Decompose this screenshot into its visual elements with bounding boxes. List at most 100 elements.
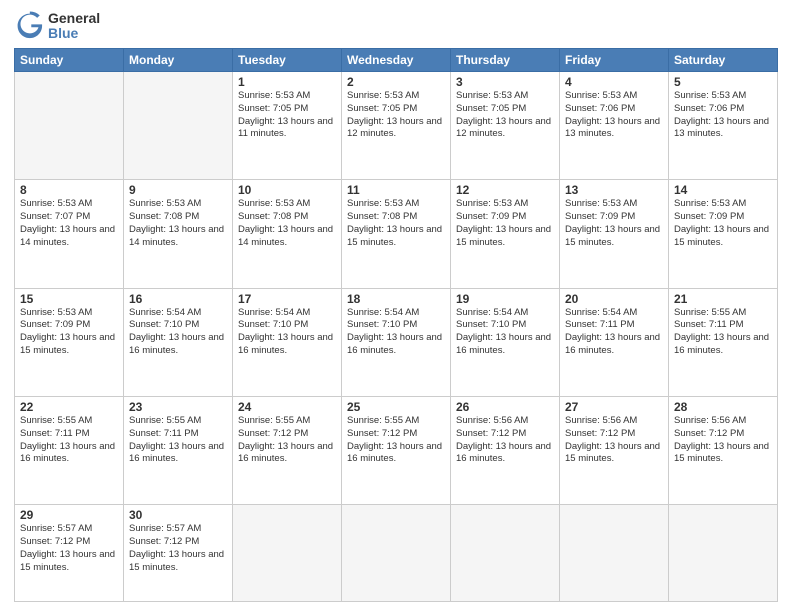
calendar-week-row: 29 Sunrise: 5:57 AMSunset: 7:12 PMDaylig… xyxy=(15,505,778,602)
day-number: 28 xyxy=(674,400,772,414)
day-number: 15 xyxy=(20,292,118,306)
day-number: 20 xyxy=(565,292,663,306)
calendar-cell: 28 Sunrise: 5:56 AMSunset: 7:12 PMDaylig… xyxy=(669,396,778,504)
day-number: 5 xyxy=(674,75,772,89)
calendar-cell: 1 Sunrise: 5:53 AMSunset: 7:05 PMDayligh… xyxy=(233,72,342,180)
day-info: Sunrise: 5:53 AMSunset: 7:09 PMDaylight:… xyxy=(565,198,663,249)
calendar-cell: 29 Sunrise: 5:57 AMSunset: 7:12 PMDaylig… xyxy=(15,505,124,602)
day-info: Sunrise: 5:57 AMSunset: 7:12 PMDaylight:… xyxy=(20,523,118,574)
day-info: Sunrise: 5:55 AMSunset: 7:11 PMDaylight:… xyxy=(129,415,227,466)
day-number: 12 xyxy=(456,183,554,197)
calendar-cell: 24 Sunrise: 5:55 AMSunset: 7:12 PMDaylig… xyxy=(233,396,342,504)
page: General Blue SundayMondayTuesdayWednesda… xyxy=(0,0,792,612)
calendar-day-header: Friday xyxy=(560,49,669,72)
calendar-cell: 20 Sunrise: 5:54 AMSunset: 7:11 PMDaylig… xyxy=(560,288,669,396)
day-info: Sunrise: 5:55 AMSunset: 7:11 PMDaylight:… xyxy=(674,307,772,358)
general-blue-logo-icon xyxy=(14,10,46,42)
calendar-cell: 12 Sunrise: 5:53 AMSunset: 7:09 PMDaylig… xyxy=(451,180,560,288)
calendar-cell xyxy=(451,505,560,602)
day-info: Sunrise: 5:54 AMSunset: 7:10 PMDaylight:… xyxy=(456,307,554,358)
calendar-cell xyxy=(342,505,451,602)
day-number: 9 xyxy=(129,183,227,197)
day-number: 22 xyxy=(20,400,118,414)
day-info: Sunrise: 5:53 AMSunset: 7:07 PMDaylight:… xyxy=(20,198,118,249)
day-info: Sunrise: 5:56 AMSunset: 7:12 PMDaylight:… xyxy=(565,415,663,466)
calendar-day-header: Saturday xyxy=(669,49,778,72)
day-number: 27 xyxy=(565,400,663,414)
day-number: 19 xyxy=(456,292,554,306)
calendar-day-header: Wednesday xyxy=(342,49,451,72)
calendar-week-row: 22 Sunrise: 5:55 AMSunset: 7:11 PMDaylig… xyxy=(15,396,778,504)
calendar-cell: 19 Sunrise: 5:54 AMSunset: 7:10 PMDaylig… xyxy=(451,288,560,396)
day-number: 4 xyxy=(565,75,663,89)
calendar-week-row: 8 Sunrise: 5:53 AMSunset: 7:07 PMDayligh… xyxy=(15,180,778,288)
calendar-cell xyxy=(560,505,669,602)
day-number: 21 xyxy=(674,292,772,306)
calendar-cell: 26 Sunrise: 5:56 AMSunset: 7:12 PMDaylig… xyxy=(451,396,560,504)
logo-blue: Blue xyxy=(48,26,100,41)
day-info: Sunrise: 5:53 AMSunset: 7:08 PMDaylight:… xyxy=(238,198,336,249)
calendar-cell: 14 Sunrise: 5:53 AMSunset: 7:09 PMDaylig… xyxy=(669,180,778,288)
day-info: Sunrise: 5:53 AMSunset: 7:09 PMDaylight:… xyxy=(20,307,118,358)
day-info: Sunrise: 5:53 AMSunset: 7:06 PMDaylight:… xyxy=(674,90,772,141)
calendar-cell: 23 Sunrise: 5:55 AMSunset: 7:11 PMDaylig… xyxy=(124,396,233,504)
day-number: 13 xyxy=(565,183,663,197)
day-info: Sunrise: 5:53 AMSunset: 7:09 PMDaylight:… xyxy=(456,198,554,249)
logo-general: General xyxy=(48,11,100,26)
day-number: 23 xyxy=(129,400,227,414)
calendar-cell xyxy=(669,505,778,602)
calendar-cell: 9 Sunrise: 5:53 AMSunset: 7:08 PMDayligh… xyxy=(124,180,233,288)
day-info: Sunrise: 5:53 AMSunset: 7:08 PMDaylight:… xyxy=(347,198,445,249)
day-info: Sunrise: 5:57 AMSunset: 7:12 PMDaylight:… xyxy=(129,523,227,574)
day-info: Sunrise: 5:56 AMSunset: 7:12 PMDaylight:… xyxy=(674,415,772,466)
calendar-cell: 10 Sunrise: 5:53 AMSunset: 7:08 PMDaylig… xyxy=(233,180,342,288)
day-number: 29 xyxy=(20,508,118,522)
calendar-cell: 27 Sunrise: 5:56 AMSunset: 7:12 PMDaylig… xyxy=(560,396,669,504)
calendar-cell: 4 Sunrise: 5:53 AMSunset: 7:06 PMDayligh… xyxy=(560,72,669,180)
day-info: Sunrise: 5:53 AMSunset: 7:09 PMDaylight:… xyxy=(674,198,772,249)
day-info: Sunrise: 5:54 AMSunset: 7:10 PMDaylight:… xyxy=(238,307,336,358)
calendar-cell: 13 Sunrise: 5:53 AMSunset: 7:09 PMDaylig… xyxy=(560,180,669,288)
day-number: 25 xyxy=(347,400,445,414)
day-info: Sunrise: 5:56 AMSunset: 7:12 PMDaylight:… xyxy=(456,415,554,466)
day-info: Sunrise: 5:53 AMSunset: 7:05 PMDaylight:… xyxy=(238,90,336,141)
calendar-week-row: 1 Sunrise: 5:53 AMSunset: 7:05 PMDayligh… xyxy=(15,72,778,180)
calendar-cell xyxy=(15,72,124,180)
calendar-cell: 5 Sunrise: 5:53 AMSunset: 7:06 PMDayligh… xyxy=(669,72,778,180)
calendar-day-header: Sunday xyxy=(15,49,124,72)
day-number: 16 xyxy=(129,292,227,306)
day-info: Sunrise: 5:55 AMSunset: 7:12 PMDaylight:… xyxy=(238,415,336,466)
day-number: 17 xyxy=(238,292,336,306)
calendar-cell: 2 Sunrise: 5:53 AMSunset: 7:05 PMDayligh… xyxy=(342,72,451,180)
calendar-cell: 17 Sunrise: 5:54 AMSunset: 7:10 PMDaylig… xyxy=(233,288,342,396)
header: General Blue xyxy=(14,10,778,42)
calendar-cell: 25 Sunrise: 5:55 AMSunset: 7:12 PMDaylig… xyxy=(342,396,451,504)
calendar-cell: 21 Sunrise: 5:55 AMSunset: 7:11 PMDaylig… xyxy=(669,288,778,396)
calendar-cell: 22 Sunrise: 5:55 AMSunset: 7:11 PMDaylig… xyxy=(15,396,124,504)
calendar-cell xyxy=(233,505,342,602)
calendar-cell: 11 Sunrise: 5:53 AMSunset: 7:08 PMDaylig… xyxy=(342,180,451,288)
calendar-day-header: Tuesday xyxy=(233,49,342,72)
calendar-week-row: 15 Sunrise: 5:53 AMSunset: 7:09 PMDaylig… xyxy=(15,288,778,396)
calendar-cell: 3 Sunrise: 5:53 AMSunset: 7:05 PMDayligh… xyxy=(451,72,560,180)
day-number: 10 xyxy=(238,183,336,197)
day-info: Sunrise: 5:53 AMSunset: 7:05 PMDaylight:… xyxy=(456,90,554,141)
calendar-cell: 16 Sunrise: 5:54 AMSunset: 7:10 PMDaylig… xyxy=(124,288,233,396)
day-number: 1 xyxy=(238,75,336,89)
logo-container: General Blue xyxy=(14,10,100,42)
day-info: Sunrise: 5:54 AMSunset: 7:11 PMDaylight:… xyxy=(565,307,663,358)
day-number: 26 xyxy=(456,400,554,414)
calendar-header-row: SundayMondayTuesdayWednesdayThursdayFrid… xyxy=(15,49,778,72)
day-info: Sunrise: 5:54 AMSunset: 7:10 PMDaylight:… xyxy=(347,307,445,358)
calendar-day-header: Thursday xyxy=(451,49,560,72)
calendar-cell: 8 Sunrise: 5:53 AMSunset: 7:07 PMDayligh… xyxy=(15,180,124,288)
calendar-cell: 18 Sunrise: 5:54 AMSunset: 7:10 PMDaylig… xyxy=(342,288,451,396)
logo: General Blue xyxy=(14,10,100,42)
calendar-table: SundayMondayTuesdayWednesdayThursdayFrid… xyxy=(14,48,778,602)
day-number: 30 xyxy=(129,508,227,522)
calendar-cell: 30 Sunrise: 5:57 AMSunset: 7:12 PMDaylig… xyxy=(124,505,233,602)
day-info: Sunrise: 5:53 AMSunset: 7:08 PMDaylight:… xyxy=(129,198,227,249)
day-number: 14 xyxy=(674,183,772,197)
day-number: 18 xyxy=(347,292,445,306)
calendar-day-header: Monday xyxy=(124,49,233,72)
